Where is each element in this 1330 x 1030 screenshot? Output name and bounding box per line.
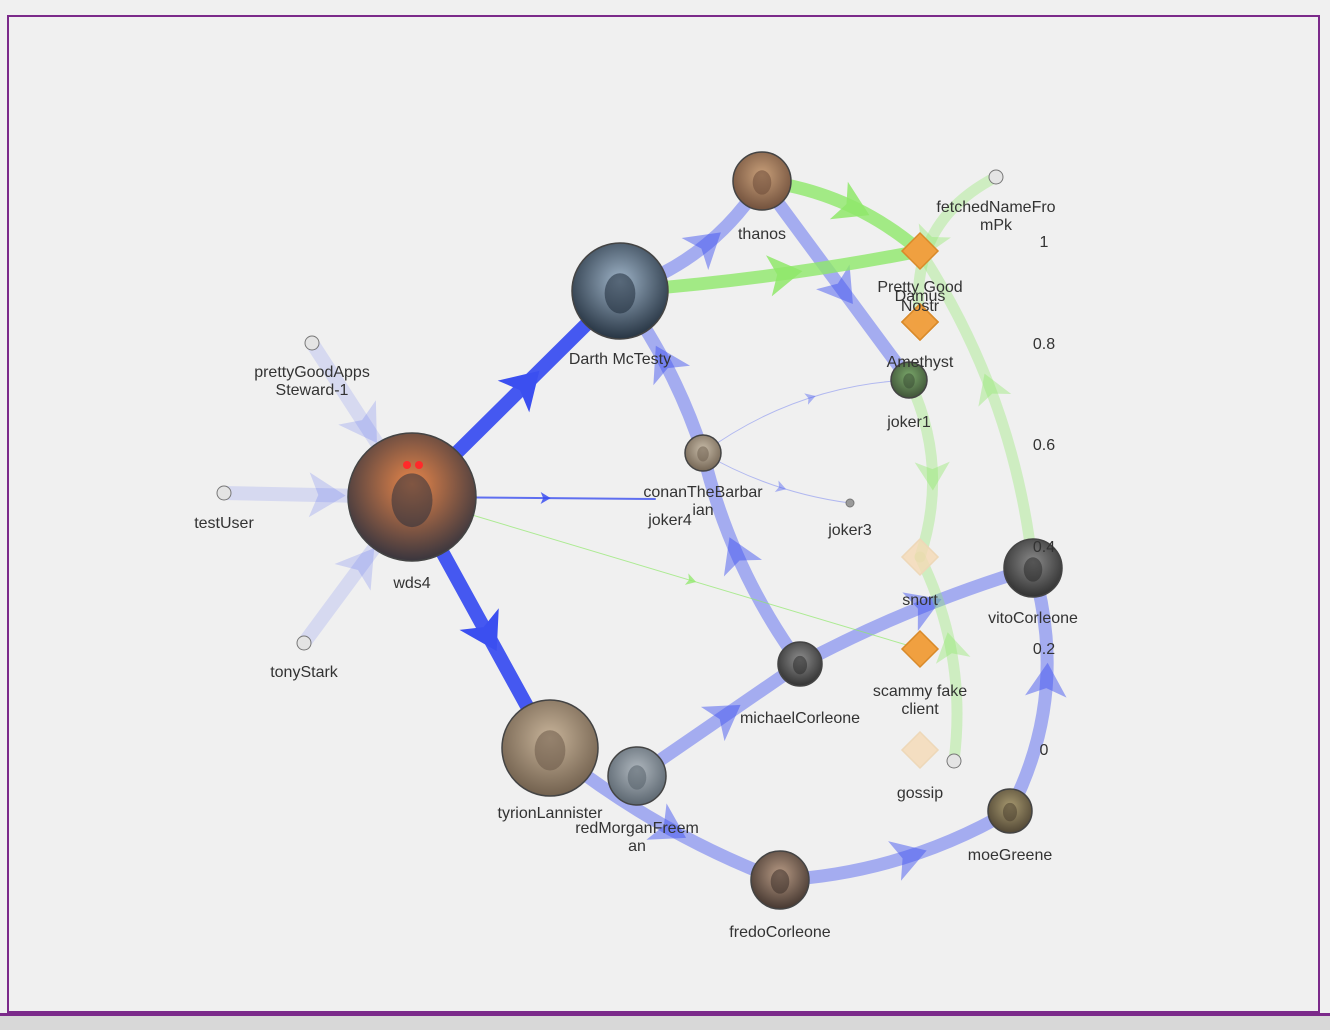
label-joker1: joker1: [886, 414, 931, 431]
edge-arrowhead: [684, 573, 697, 585]
user-node-joker3[interactable]: [845, 498, 855, 508]
label-line: an: [628, 838, 646, 855]
scale-tick-label: 0.8: [1033, 336, 1055, 353]
label-line: tonyStark: [270, 664, 339, 681]
label-line: snort: [902, 592, 938, 609]
label-testUser: testUser: [194, 515, 254, 532]
blank-user-icon: [216, 485, 232, 501]
avatar-silhouette: [1023, 557, 1043, 582]
label-line: fredoCorleone: [729, 924, 831, 941]
user-node-tyrion[interactable]: [501, 699, 599, 797]
edge-arrowhead: [459, 608, 499, 651]
label-moe: moeGreene: [968, 847, 1053, 864]
client-node-snort[interactable]: [900, 537, 940, 577]
label-line: testUser: [194, 515, 254, 532]
label-line: prettyGoodApps: [254, 364, 370, 381]
label-line: fetchedNameFro: [936, 199, 1055, 216]
scale-tick-label: 0: [1040, 742, 1049, 759]
label-line: redMorganFreem: [575, 820, 699, 837]
label-line: joker3: [827, 522, 872, 539]
label-line: joker1: [886, 414, 931, 431]
scale-tick-label: 0.4: [1033, 539, 1055, 556]
label-line: Darth McTesty: [569, 351, 671, 368]
label-fetchedNameFromPk: fetchedNameFro mPk: [936, 199, 1055, 234]
label-line: wds4: [392, 575, 430, 592]
avatar-silhouette: [697, 446, 709, 462]
network-graph[interactable]: wds4Darth McTestytyrionLannisterthanosvi…: [0, 0, 1330, 1030]
tony-icon: [296, 635, 312, 651]
label-joker4: joker4: [647, 512, 692, 529]
avatar-silhouette: [792, 655, 808, 675]
edge-arrowhead: [774, 480, 787, 492]
edge-conan-to-joker1[interactable]: [702, 379, 910, 454]
avatar-silhouette: [604, 273, 636, 314]
label-line: michaelCorleone: [740, 710, 860, 727]
scale-tick-label: 1: [1040, 234, 1049, 251]
user-node-fetchedNameFromPk[interactable]: [988, 169, 1004, 185]
user-node-michael[interactable]: [777, 641, 823, 687]
avatar-silhouette: [752, 170, 772, 195]
small-dot-icon: [845, 498, 855, 508]
label-line: vitoCorleone: [988, 610, 1078, 627]
red-eye-glow: [415, 461, 423, 469]
user-node-darth[interactable]: [571, 242, 669, 340]
label-joker3: joker3: [827, 522, 872, 539]
label-thanos: thanos: [738, 226, 786, 243]
label-line: mPk: [980, 217, 1013, 234]
scale-tick-label: 0.2: [1033, 641, 1055, 658]
label-line: moeGreene: [968, 847, 1053, 864]
red-eye-glow: [403, 461, 411, 469]
client-node-gossip[interactable]: [900, 730, 940, 770]
label-line: client: [901, 701, 939, 718]
avatar-silhouette: [391, 473, 433, 528]
label-darth: Darth McTesty: [569, 351, 671, 368]
label-nostr: Nostr: [901, 298, 940, 315]
label-line: ian: [692, 502, 713, 519]
client-node-scammy[interactable]: [900, 629, 940, 669]
avatar-silhouette: [770, 869, 790, 894]
avatar-silhouette: [1002, 802, 1018, 822]
label-vito: vitoCorleone: [988, 610, 1078, 627]
label-snort: snort: [902, 592, 938, 609]
label-gossip: gossip: [897, 785, 943, 802]
blank-user-icon: [988, 169, 1004, 185]
edge-arrowhead: [829, 181, 870, 220]
user-node-moe[interactable]: [987, 788, 1033, 834]
label-line: joker4: [647, 512, 692, 529]
user-node-testUser[interactable]: [216, 485, 232, 501]
label-line: conanTheBarbar: [643, 484, 763, 501]
label-line: Steward-1: [276, 382, 349, 399]
label-amethyst: Amethyst: [887, 354, 954, 371]
label-line: Amethyst: [887, 354, 954, 371]
label-tonyStark: tonyStark: [270, 664, 339, 681]
label-michael: michaelCorleone: [740, 710, 860, 727]
user-node-thanos[interactable]: [732, 151, 792, 211]
user-node-conan[interactable]: [684, 434, 722, 472]
user-node-prettyGoodAppsSteward[interactable]: [304, 335, 320, 351]
user-node-fredo[interactable]: [750, 850, 810, 910]
label-line: Nostr: [901, 298, 940, 315]
label-line: scammy fake: [873, 683, 967, 700]
label-line: thanos: [738, 226, 786, 243]
user-node-tonyStark[interactable]: [296, 635, 312, 651]
user-node-red[interactable]: [607, 746, 667, 806]
label-line: gossip: [897, 785, 943, 802]
blank-user-icon: [946, 753, 962, 769]
steward-icon: [304, 335, 320, 351]
scale-tick-label: 0.6: [1033, 437, 1055, 454]
user-node-wds4[interactable]: [347, 432, 477, 562]
label-wds4: wds4: [392, 575, 430, 592]
avatar-silhouette: [903, 373, 915, 389]
avatar-silhouette: [534, 730, 566, 771]
avatar-silhouette: [627, 765, 647, 790]
label-fredo: fredoCorleone: [729, 924, 831, 941]
user-node-gossipUser[interactable]: [946, 753, 962, 769]
edge-arrowhead: [804, 393, 816, 405]
